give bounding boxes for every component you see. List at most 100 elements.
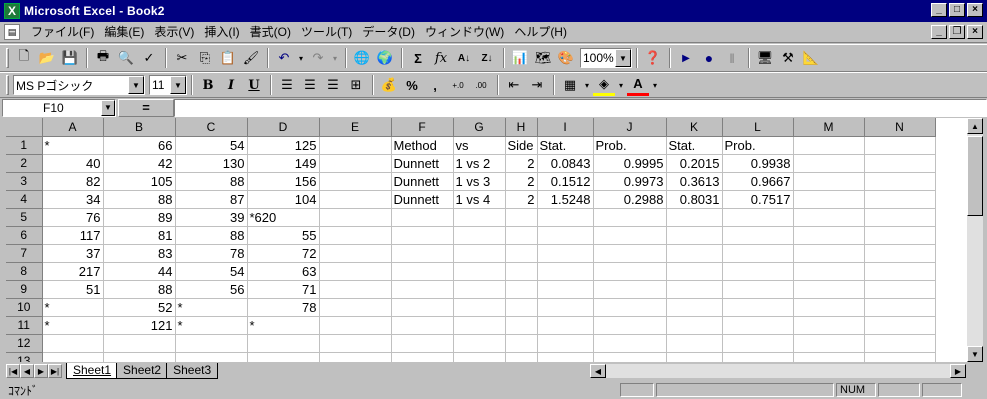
cell[interactable]: 0.3613 bbox=[666, 172, 723, 191]
cell[interactable] bbox=[319, 208, 392, 227]
cell[interactable] bbox=[391, 244, 454, 263]
menu-item[interactable]: 書式(O) bbox=[245, 23, 296, 41]
cell[interactable]: Prob. bbox=[722, 136, 794, 155]
scroll-up-icon[interactable]: ▲ bbox=[967, 118, 983, 134]
cell[interactable] bbox=[864, 136, 936, 155]
cell[interactable] bbox=[391, 334, 454, 353]
cell[interactable] bbox=[666, 334, 723, 353]
cell[interactable] bbox=[319, 190, 392, 209]
row-header[interactable]: 3 bbox=[6, 172, 43, 191]
cell[interactable] bbox=[793, 172, 865, 191]
record-macro-icon[interactable]: ● bbox=[698, 47, 720, 69]
cell[interactable] bbox=[537, 280, 594, 299]
cell[interactable]: * bbox=[247, 316, 320, 335]
cell[interactable] bbox=[319, 316, 392, 335]
cell[interactable] bbox=[453, 280, 506, 299]
cell[interactable] bbox=[666, 244, 723, 263]
cell[interactable]: * bbox=[42, 136, 104, 155]
cell[interactable] bbox=[722, 262, 794, 281]
drawing-icon[interactable]: 🎨 bbox=[555, 47, 577, 69]
cell[interactable]: Dunnett bbox=[391, 190, 454, 209]
fill-color-icon[interactable]: ◈ bbox=[593, 74, 615, 96]
toolbox-icon[interactable]: ⚒ bbox=[777, 47, 799, 69]
cell[interactable] bbox=[793, 298, 865, 317]
cell[interactable]: 71 bbox=[247, 280, 320, 299]
cell[interactable] bbox=[722, 334, 794, 353]
cell[interactable]: Dunnett bbox=[391, 172, 454, 191]
cell[interactable]: 83 bbox=[103, 244, 176, 263]
doc-minimize-button[interactable]: _ bbox=[931, 25, 947, 39]
cell[interactable]: 55 bbox=[247, 226, 320, 245]
doc-restore-button[interactable]: ❐ bbox=[949, 25, 965, 39]
column-header[interactable]: G bbox=[453, 118, 506, 137]
minimize-button[interactable]: _ bbox=[931, 3, 947, 17]
cell[interactable] bbox=[666, 226, 723, 245]
cell[interactable] bbox=[593, 316, 667, 335]
cell[interactable]: 121 bbox=[103, 316, 176, 335]
cell[interactable] bbox=[505, 208, 538, 227]
cell[interactable]: * bbox=[175, 298, 248, 317]
first-sheet-icon[interactable]: |◀ bbox=[6, 364, 20, 378]
cell[interactable] bbox=[864, 352, 936, 362]
pause-macro-icon[interactable]: ‖ bbox=[721, 47, 743, 69]
sort-ascending-icon[interactable]: A↓ bbox=[453, 47, 475, 69]
cell[interactable] bbox=[593, 352, 667, 362]
cell[interactable] bbox=[722, 280, 794, 299]
cell[interactable]: 56 bbox=[175, 280, 248, 299]
cell[interactable] bbox=[793, 154, 865, 173]
cell[interactable]: 40 bbox=[42, 154, 104, 173]
scroll-left-icon[interactable]: ◀ bbox=[590, 364, 606, 378]
cell[interactable] bbox=[793, 190, 865, 209]
cell[interactable] bbox=[319, 154, 392, 173]
cell[interactable] bbox=[537, 226, 594, 245]
comma-style-icon[interactable]: , bbox=[424, 74, 446, 96]
column-header[interactable]: E bbox=[319, 118, 392, 137]
cell[interactable] bbox=[319, 280, 392, 299]
cell[interactable] bbox=[793, 334, 865, 353]
column-header[interactable]: L bbox=[722, 118, 794, 137]
chart-wizard-icon[interactable]: 📊 bbox=[509, 47, 531, 69]
cell[interactable] bbox=[793, 244, 865, 263]
cell[interactable]: 63 bbox=[247, 262, 320, 281]
cell[interactable]: 217 bbox=[42, 262, 104, 281]
cell[interactable]: 54 bbox=[175, 262, 248, 281]
print-icon[interactable]: 🖶 bbox=[92, 47, 114, 69]
borders-icon[interactable]: ▦ bbox=[559, 74, 581, 96]
scroll-right-icon[interactable]: ▶ bbox=[950, 364, 966, 378]
maximize-button[interactable]: □ bbox=[949, 3, 965, 17]
cell[interactable]: 88 bbox=[103, 280, 176, 299]
cell[interactable] bbox=[505, 244, 538, 263]
cell[interactable] bbox=[864, 280, 936, 299]
scroll-thumb[interactable] bbox=[967, 136, 983, 216]
cell[interactable] bbox=[505, 352, 538, 362]
undo-dropdown-icon[interactable]: ▾ bbox=[296, 47, 306, 69]
cell[interactable] bbox=[247, 334, 320, 353]
sheet-tab[interactable]: Sheet1 bbox=[66, 363, 119, 379]
cell[interactable] bbox=[864, 244, 936, 263]
cell[interactable] bbox=[864, 154, 936, 173]
cell[interactable]: 66 bbox=[103, 136, 176, 155]
cell[interactable] bbox=[42, 334, 104, 353]
cell[interactable] bbox=[666, 316, 723, 335]
cell[interactable]: 39 bbox=[175, 208, 248, 227]
column-header[interactable]: F bbox=[391, 118, 454, 137]
cell[interactable]: 2 bbox=[505, 190, 538, 209]
paste-function-icon[interactable]: fx bbox=[430, 47, 452, 69]
column-header[interactable]: C bbox=[175, 118, 248, 137]
cell[interactable]: 78 bbox=[175, 244, 248, 263]
cell[interactable] bbox=[537, 244, 594, 263]
row-header[interactable]: 4 bbox=[6, 190, 43, 209]
cell[interactable]: 0.8031 bbox=[666, 190, 723, 209]
decrease-decimal-icon[interactable]: .00 bbox=[470, 74, 492, 96]
open-icon[interactable]: 📂 bbox=[36, 47, 58, 69]
font-color-dropdown-icon[interactable]: ▾ bbox=[650, 74, 660, 96]
select-all-corner[interactable] bbox=[6, 118, 43, 137]
cell[interactable]: 34 bbox=[42, 190, 104, 209]
design-mode-icon[interactable]: 📐 bbox=[800, 47, 822, 69]
font-color-icon[interactable]: A bbox=[627, 74, 649, 96]
row-header[interactable]: 6 bbox=[6, 226, 43, 245]
cell[interactable]: 78 bbox=[247, 298, 320, 317]
cell[interactable] bbox=[593, 298, 667, 317]
cell[interactable] bbox=[722, 244, 794, 263]
menu-item[interactable]: 挿入(I) bbox=[199, 23, 244, 41]
